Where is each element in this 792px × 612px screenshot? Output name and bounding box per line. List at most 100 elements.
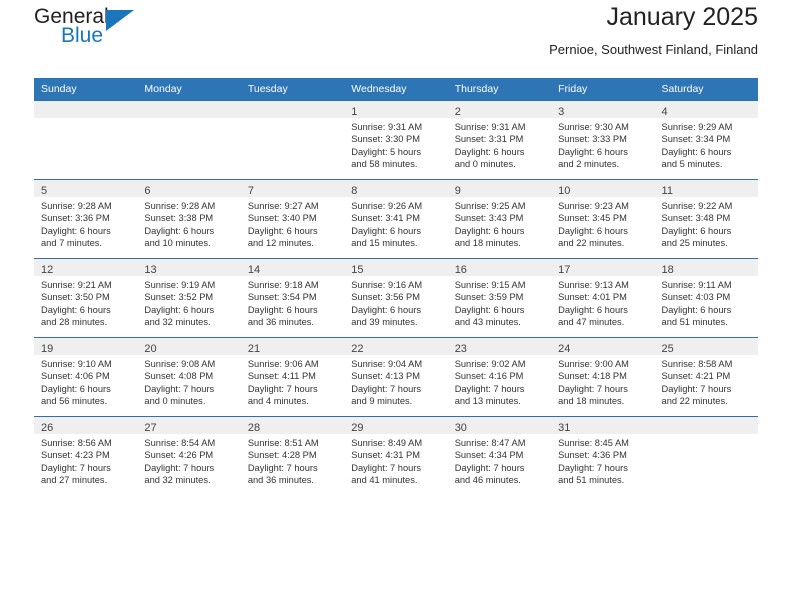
calendar-day-cell[interactable]: 9 Sunrise: 9:25 AM Sunset: 3:43 PM Daylight…	[447, 179, 552, 259]
calendar-day-cell[interactable]: 22 Sunrise: 9:04 AM Sunset: 4:13 PM Dayligh…	[344, 337, 448, 417]
sunset-text: Sunset: 4:16 PM	[454, 371, 524, 382]
calendar-day-cell[interactable]: 28 Sunrise: 8:51 AM Sunset: 4:28 PM Dayligh…	[240, 416, 345, 495]
day-number-band: 1	[344, 101, 448, 118]
day-details: Sunrise: 8:58 AM Sunset: 4:21 PM Daylight:…	[655, 355, 758, 408]
calendar-day-cell[interactable]: 24 Sunrise: 9:00 AM Sunset: 4:18 PM Dayligh…	[551, 337, 655, 417]
day-details	[34, 118, 137, 121]
calendar-day-cell[interactable]: 21 Sunrise: 9:06 AM Sunset: 4:11 PM Dayligh…	[240, 337, 345, 417]
day-number-band: 31	[551, 417, 655, 434]
day-number-band: 6	[137, 180, 241, 197]
calendar-day-cell[interactable]: 7 Sunrise: 9:27 AM Sunset: 3:40 PM Daylight…	[240, 179, 345, 259]
weekday-header-sunday: Sunday	[34, 78, 138, 101]
day-number: 5	[41, 185, 48, 197]
day-number-band: 14	[240, 259, 345, 276]
calendar-day-cell[interactable]: 11 Sunrise: 9:22 AM Sunset: 3:48 PM Dayligh…	[654, 179, 758, 259]
calendar-day-cell[interactable]: 20 Sunrise: 9:08 AM Sunset: 4:08 PM Dayligh…	[137, 337, 241, 417]
day-details: Sunrise: 9:02 AM Sunset: 4:16 PM Daylight:…	[448, 355, 551, 408]
sunrise-text: Sunrise: 8:56 AM	[41, 438, 112, 448]
day-number-band: 27	[137, 417, 241, 434]
calendar-day-cell[interactable]: 29 Sunrise: 8:49 AM Sunset: 4:31 PM Dayligh…	[344, 416, 448, 495]
sunrise-text: Sunrise: 8:47 AM	[454, 438, 526, 448]
calendar-body: 1 Sunrise: 9:31 AM Sunset: 3:30 PM Daylight…	[34, 100, 758, 495]
day-number: 19	[41, 343, 54, 355]
day-details: Sunrise: 9:10 AM Sunset: 4:06 PM Daylight:…	[34, 355, 137, 408]
day-details: Sunrise: 9:31 AM Sunset: 3:30 PM Daylight:…	[344, 118, 447, 171]
sunset-text: Sunset: 4:01 PM	[558, 292, 627, 303]
sunrise-text: Sunrise: 9:28 AM	[144, 201, 216, 211]
day-number-band	[137, 101, 241, 118]
sunset-text: Sunset: 3:56 PM	[351, 292, 420, 303]
day-number-band: 18	[654, 259, 758, 276]
day-details: Sunrise: 8:54 AM Sunset: 4:26 PM Daylight:…	[137, 434, 240, 487]
sunrise-text: Sunrise: 9:02 AM	[454, 359, 526, 369]
daylight-text-cont: and 15 minutes.	[351, 238, 418, 249]
daylight-text-cont: and 10 minutes.	[144, 238, 211, 249]
calendar-empty-cell	[137, 100, 241, 180]
calendar-page: General Blue January 2025 Pernioe, South…	[0, 0, 792, 612]
day-details: Sunrise: 9:30 AM Sunset: 3:33 PM Daylight:…	[551, 118, 654, 171]
calendar-day-cell[interactable]: 2 Sunrise: 9:31 AM Sunset: 3:31 PM Daylight…	[447, 100, 552, 180]
daylight-text: Daylight: 6 hours	[661, 146, 732, 157]
day-number: 28	[247, 422, 261, 434]
sunrise-text: Sunrise: 9:00 AM	[558, 359, 629, 369]
calendar-day-cell[interactable]: 26 Sunrise: 8:56 AM Sunset: 4:23 PM Dayligh…	[34, 416, 138, 495]
sunset-text: Sunset: 3:34 PM	[661, 134, 731, 145]
daylight-text-cont: and 13 minutes.	[454, 396, 521, 407]
calendar-day-cell[interactable]: 6 Sunrise: 9:28 AM Sunset: 3:38 PM Daylight…	[137, 179, 241, 259]
calendar-day-cell[interactable]: 3 Sunrise: 9:30 AM Sunset: 3:33 PM Daylight…	[551, 100, 655, 180]
sunrise-text: Sunrise: 9:29 AM	[661, 122, 733, 132]
daylight-text: Daylight: 6 hours	[558, 304, 628, 315]
weekday-header-monday: Monday	[137, 78, 241, 101]
day-details: Sunrise: 8:51 AM Sunset: 4:28 PM Daylight:…	[241, 434, 344, 487]
day-details: Sunrise: 9:29 AM Sunset: 3:34 PM Daylight:…	[655, 118, 758, 171]
day-details: Sunrise: 9:28 AM Sunset: 3:38 PM Daylight:…	[137, 197, 240, 250]
sunset-text: Sunset: 3:33 PM	[558, 134, 627, 145]
day-details	[655, 434, 758, 437]
calendar-day-cell[interactable]: 16 Sunrise: 9:15 AM Sunset: 3:59 PM Dayligh…	[447, 258, 552, 338]
calendar-day-cell[interactable]: 18 Sunrise: 9:11 AM Sunset: 4:03 PM Dayligh…	[654, 258, 758, 338]
day-details: Sunrise: 9:28 AM Sunset: 3:36 PM Daylight:…	[34, 197, 137, 250]
calendar-day-cell[interactable]: 17 Sunrise: 9:13 AM Sunset: 4:01 PM Dayligh…	[551, 258, 655, 338]
sunset-text: Sunset: 3:41 PM	[351, 213, 420, 224]
calendar-day-cell[interactable]: 4 Sunrise: 9:29 AM Sunset: 3:34 PM Daylight…	[654, 100, 758, 180]
logo-triangle-icon	[106, 10, 134, 31]
weekday-header-wednesday: Wednesday	[344, 78, 448, 101]
day-number: 16	[454, 264, 467, 276]
sunrise-text: Sunrise: 9:26 AM	[351, 201, 423, 211]
calendar-day-cell[interactable]: 23 Sunrise: 9:02 AM Sunset: 4:16 PM Dayligh…	[447, 337, 552, 417]
day-number: 12	[41, 264, 54, 276]
sunset-text: Sunset: 3:59 PM	[454, 292, 524, 303]
calendar-day-cell[interactable]: 12 Sunrise: 9:21 AM Sunset: 3:50 PM Dayligh…	[34, 258, 138, 338]
calendar-day-cell[interactable]: 19 Sunrise: 9:10 AM Sunset: 4:06 PM Dayligh…	[34, 337, 138, 417]
calendar-day-cell[interactable]: 25 Sunrise: 8:58 AM Sunset: 4:21 PM Dayligh…	[654, 337, 758, 417]
calendar-day-cell[interactable]: 8 Sunrise: 9:26 AM Sunset: 3:41 PM Daylight…	[344, 179, 448, 259]
day-number-band: 9	[447, 180, 552, 197]
day-number: 25	[661, 343, 674, 355]
calendar-day-cell[interactable]: 10 Sunrise: 9:23 AM Sunset: 3:45 PM Dayligh…	[551, 179, 655, 259]
day-details: Sunrise: 9:08 AM Sunset: 4:08 PM Daylight:…	[137, 355, 240, 408]
calendar-day-cell[interactable]: 1 Sunrise: 9:31 AM Sunset: 3:30 PM Daylight…	[344, 100, 448, 180]
calendar-day-cell[interactable]: 13 Sunrise: 9:19 AM Sunset: 3:52 PM Dayligh…	[137, 258, 241, 338]
sunrise-text: Sunrise: 9:13 AM	[558, 280, 629, 290]
calendar-day-cell[interactable]: 5 Sunrise: 9:28 AM Sunset: 3:36 PM Daylight…	[34, 179, 138, 259]
sunrise-text: Sunrise: 9:15 AM	[454, 280, 526, 290]
daylight-text-cont: and 2 minutes.	[558, 159, 620, 170]
sunrise-text: Sunrise: 9:21 AM	[41, 280, 112, 290]
calendar-day-cell[interactable]: 30 Sunrise: 8:47 AM Sunset: 4:34 PM Dayligh…	[447, 416, 552, 495]
daylight-text-cont: and 46 minutes.	[454, 475, 521, 486]
calendar-day-cell[interactable]: 15 Sunrise: 9:16 AM Sunset: 3:56 PM Dayligh…	[344, 258, 448, 338]
day-number-band	[34, 101, 138, 118]
daylight-text-cont: and 5 minutes.	[661, 159, 723, 170]
sunrise-text: Sunrise: 8:58 AM	[661, 359, 733, 369]
calendar-day-cell[interactable]: 27 Sunrise: 8:54 AM Sunset: 4:26 PM Dayligh…	[137, 416, 241, 495]
calendar-day-cell[interactable]: 31 Sunrise: 8:45 AM Sunset: 4:36 PM Dayligh…	[551, 416, 655, 495]
weekday-header-saturday: Saturday	[654, 78, 758, 101]
sunset-text: Sunset: 3:45 PM	[558, 213, 627, 224]
calendar-day-cell[interactable]: 14 Sunrise: 9:18 AM Sunset: 3:54 PM Dayligh…	[240, 258, 345, 338]
daylight-text-cont: and 36 minutes.	[247, 475, 314, 486]
day-number: 9	[454, 185, 461, 197]
daylight-text: Daylight: 6 hours	[247, 225, 318, 236]
daylight-text: Daylight: 6 hours	[558, 225, 628, 236]
page-title: January 2025	[606, 3, 758, 31]
sunrise-text: Sunrise: 8:54 AM	[144, 438, 216, 448]
